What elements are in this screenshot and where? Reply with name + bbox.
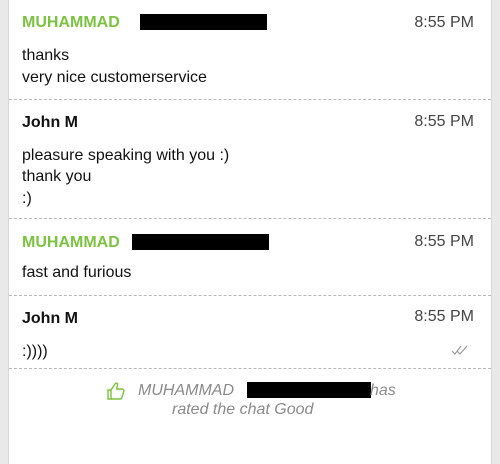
message-text: :) <box>22 190 32 207</box>
sender-name: John M <box>22 114 78 131</box>
double-check-icon <box>451 345 468 355</box>
chat-rating-notice: MUHAMMAD has rated the chat Good <box>9 369 491 429</box>
message-text: pleasure speaking with you :) <box>22 147 230 164</box>
chat-transcript-panel: MUHAMMAD 8:55 PM thanks very nice custom… <box>8 0 492 464</box>
sender-name: MUHAMMAD <box>22 234 120 251</box>
rating-result: rated the chat Good <box>172 401 314 418</box>
message-time: 8:55 PM <box>414 308 474 325</box>
message-time: 8:55 PM <box>414 113 474 130</box>
message-text: thanks <box>22 47 70 64</box>
chat-message: John M 8:55 PM pleasure speaking with yo… <box>9 100 491 218</box>
message-text: thank you <box>22 168 92 185</box>
sender-name: MUHAMMAD <box>22 14 120 31</box>
message-text: very nice customerservice <box>22 69 207 86</box>
chat-message: MUHAMMAD 8:55 PM thanks very nice custom… <box>9 0 491 99</box>
thumbs-up-icon <box>107 382 125 400</box>
message-text: :)))) <box>22 343 48 360</box>
rating-customer-name: MUHAMMAD <box>138 382 234 399</box>
message-time: 8:55 PM <box>414 233 474 250</box>
rating-suffix: has <box>370 382 396 399</box>
redacted-surname <box>247 382 371 398</box>
message-time: 8:55 PM <box>414 14 474 31</box>
sender-name: John M <box>22 310 78 327</box>
chat-message: John M 8:55 PM :)))) <box>9 296 491 368</box>
redacted-surname <box>140 14 267 30</box>
chat-message: MUHAMMAD 8:55 PM fast and furious <box>9 219 491 295</box>
message-text: fast and furious <box>22 264 132 281</box>
redacted-surname <box>132 234 269 250</box>
